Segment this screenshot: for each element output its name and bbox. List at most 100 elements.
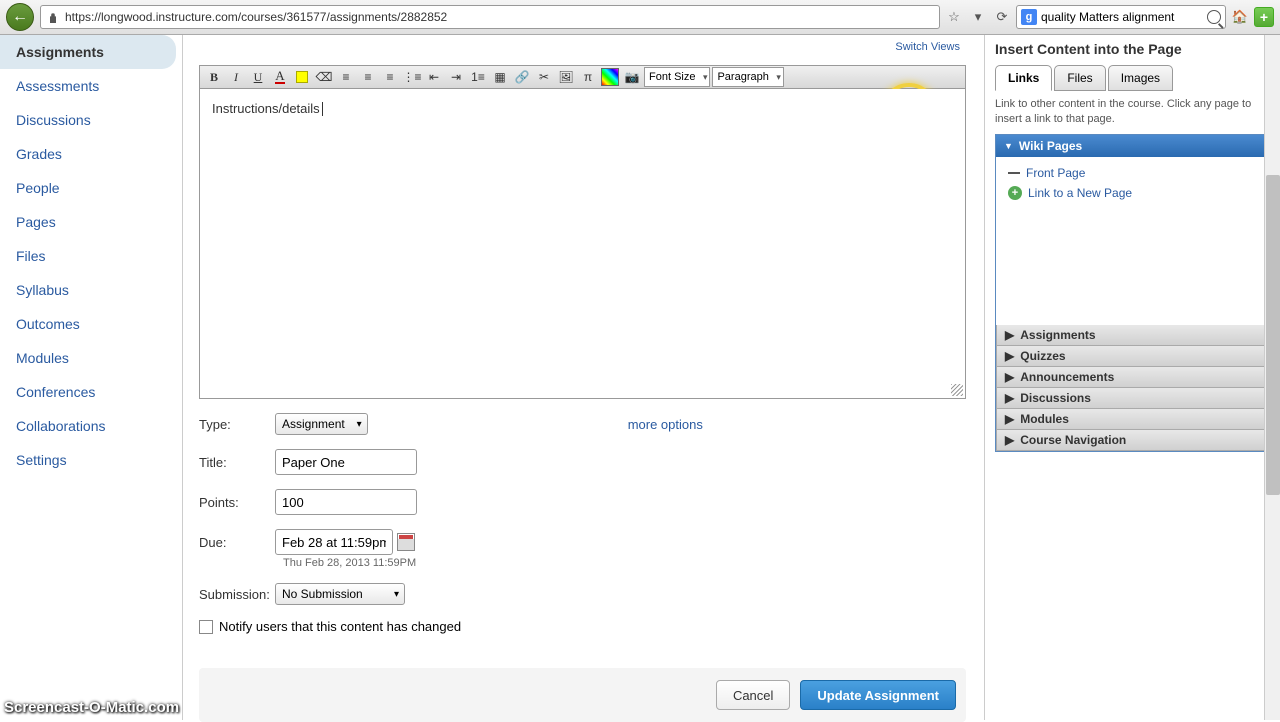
- switch-views-link[interactable]: Switch Views: [895, 41, 960, 53]
- tab-files[interactable]: Files: [1054, 65, 1105, 91]
- search-text: quality Matters alignment: [1041, 10, 1203, 24]
- rte-toolbar: B I U A ⌫ ≡ ≡ ≡ ⋮≡ ⇤ ⇥ 1≡ ▦ 🔗 ✂ 🖼 π 📷 Fo…: [199, 65, 966, 89]
- chevron-right-icon: ▶: [1005, 433, 1014, 447]
- wiki-pages-label: Wiki Pages: [1019, 139, 1082, 153]
- section-discussions[interactable]: ▶ Discussions: [996, 388, 1269, 409]
- cancel-button[interactable]: Cancel: [716, 680, 790, 710]
- notify-label: Notify users that this content has chang…: [219, 619, 461, 634]
- links-accordion: ▼ Wiki Pages Front Page + Link to a New Pa…: [995, 134, 1270, 452]
- type-select[interactable]: Assignment: [275, 413, 368, 435]
- outdent-button[interactable]: ⇤: [424, 67, 444, 87]
- main-layout: Assignments Assessments Discussions Grad…: [0, 35, 1280, 720]
- align-center-button[interactable]: ≡: [358, 67, 378, 87]
- link-button[interactable]: 🔗: [512, 67, 532, 87]
- text-color-button[interactable]: A: [270, 67, 290, 87]
- tab-links[interactable]: Links: [995, 65, 1052, 91]
- sidebar-item-discussions[interactable]: Discussions: [0, 103, 182, 137]
- italic-button[interactable]: I: [226, 67, 246, 87]
- wiki-pages-header[interactable]: ▼ Wiki Pages: [996, 135, 1269, 157]
- star-icon[interactable]: ☆: [946, 9, 962, 25]
- wiki-front-page[interactable]: Front Page: [1002, 163, 1263, 183]
- record-button[interactable]: 📷: [622, 67, 642, 87]
- sidebar-item-conferences[interactable]: Conferences: [0, 375, 182, 409]
- points-label: Points:: [199, 495, 275, 510]
- search-icon[interactable]: [1207, 10, 1221, 24]
- dropdown-icon[interactable]: ▾: [970, 9, 986, 25]
- tab-images[interactable]: Images: [1108, 65, 1173, 91]
- update-assignment-button[interactable]: Update Assignment: [800, 680, 956, 710]
- home-icon[interactable]: 🏠: [1232, 9, 1248, 25]
- table-button[interactable]: ▦: [490, 67, 510, 87]
- text-cursor: [322, 102, 323, 116]
- editor-content: Instructions/details: [212, 101, 320, 116]
- due-row: Due:: [199, 529, 966, 555]
- sidebar-item-assessments[interactable]: Assessments: [0, 69, 182, 103]
- number-list-button[interactable]: 1≡: [468, 67, 488, 87]
- section-quizzes[interactable]: ▶Quizzes: [996, 346, 1269, 367]
- font-size-select[interactable]: Font Size: [644, 67, 710, 87]
- section-assignments[interactable]: ▶Assignments: [996, 325, 1269, 346]
- chevron-right-icon: ▶: [1005, 391, 1014, 405]
- bg-color-button[interactable]: [292, 67, 312, 87]
- section-announcements[interactable]: ▶Announcements: [996, 367, 1269, 388]
- more-options-link[interactable]: more options: [628, 417, 703, 432]
- section-course-nav[interactable]: ▶Course Navigation: [996, 430, 1269, 451]
- dash-icon: [1008, 172, 1020, 174]
- chevron-down-icon: ▼: [1004, 141, 1013, 151]
- section-modules[interactable]: ▶Modules: [996, 409, 1269, 430]
- google-icon: g: [1021, 9, 1037, 25]
- wiki-new-page[interactable]: + Link to a New Page: [1002, 183, 1263, 203]
- due-subtext: Thu Feb 28, 2013 11:59PM: [283, 557, 966, 569]
- sidebar-item-syllabus[interactable]: Syllabus: [0, 273, 182, 307]
- align-left-button[interactable]: ≡: [336, 67, 356, 87]
- due-input[interactable]: [275, 529, 393, 555]
- url-text: https://longwood.instructure.com/courses…: [65, 10, 447, 24]
- browser-toolbar: ← https://longwood.instructure.com/cours…: [0, 0, 1280, 35]
- insert-content-panel: Insert Content into the Page Links Files…: [984, 35, 1280, 720]
- plus-icon: +: [1008, 186, 1022, 200]
- sidebar-item-modules[interactable]: Modules: [0, 341, 182, 375]
- scroll-thumb[interactable]: [1266, 175, 1280, 495]
- reload-icon[interactable]: ⟳: [994, 9, 1010, 25]
- paragraph-select[interactable]: Paragraph: [712, 67, 783, 87]
- search-box[interactable]: g quality Matters alignment: [1016, 5, 1226, 29]
- underline-button[interactable]: U: [248, 67, 268, 87]
- title-row: Title:: [199, 449, 966, 475]
- sidebar-item-files[interactable]: Files: [0, 239, 182, 273]
- sidebar-item-settings[interactable]: Settings: [0, 443, 182, 477]
- rte-editor-body[interactable]: Instructions/details: [199, 89, 966, 399]
- submission-select[interactable]: No Submission: [275, 583, 405, 605]
- image-button[interactable]: 🖼: [556, 67, 576, 87]
- watermark: Screencast-O-Matic.com: [4, 699, 179, 716]
- section-label: Modules: [1020, 412, 1069, 426]
- extension-icon[interactable]: +: [1254, 7, 1274, 27]
- clear-format-button[interactable]: ⌫: [314, 67, 334, 87]
- sidebar-item-collaborations[interactable]: Collaborations: [0, 409, 182, 443]
- bold-button[interactable]: B: [204, 67, 224, 87]
- url-bar[interactable]: https://longwood.instructure.com/courses…: [40, 5, 940, 29]
- sidebar-item-people[interactable]: People: [0, 171, 182, 205]
- wiki-new-label: Link to a New Page: [1028, 186, 1132, 200]
- panel-help-text: Link to other content in the course. Cli…: [995, 97, 1270, 128]
- calendar-icon[interactable]: [397, 533, 415, 551]
- indent-button[interactable]: ⇥: [446, 67, 466, 87]
- pi-button[interactable]: π: [578, 67, 598, 87]
- notify-row: Notify users that this content has chang…: [199, 619, 966, 634]
- bullet-list-button[interactable]: ⋮≡: [402, 67, 422, 87]
- points-input[interactable]: [275, 489, 417, 515]
- sidebar-item-pages[interactable]: Pages: [0, 205, 182, 239]
- sidebar-item-outcomes[interactable]: Outcomes: [0, 307, 182, 341]
- button-row: Cancel Update Assignment: [199, 668, 966, 722]
- sidebar-item-assignments[interactable]: Assignments: [0, 35, 176, 69]
- sidebar-item-grades[interactable]: Grades: [0, 137, 182, 171]
- title-input[interactable]: [275, 449, 417, 475]
- scrollbar[interactable]: [1264, 35, 1280, 720]
- align-right-button[interactable]: ≡: [380, 67, 400, 87]
- back-button[interactable]: ←: [6, 3, 34, 31]
- notify-checkbox[interactable]: [199, 620, 213, 634]
- embed-button[interactable]: [600, 67, 620, 87]
- chevron-right-icon: ▶: [1005, 370, 1014, 384]
- section-label: Discussions: [1020, 391, 1091, 405]
- unlink-button[interactable]: ✂: [534, 67, 554, 87]
- submission-label: Submission:: [199, 587, 275, 602]
